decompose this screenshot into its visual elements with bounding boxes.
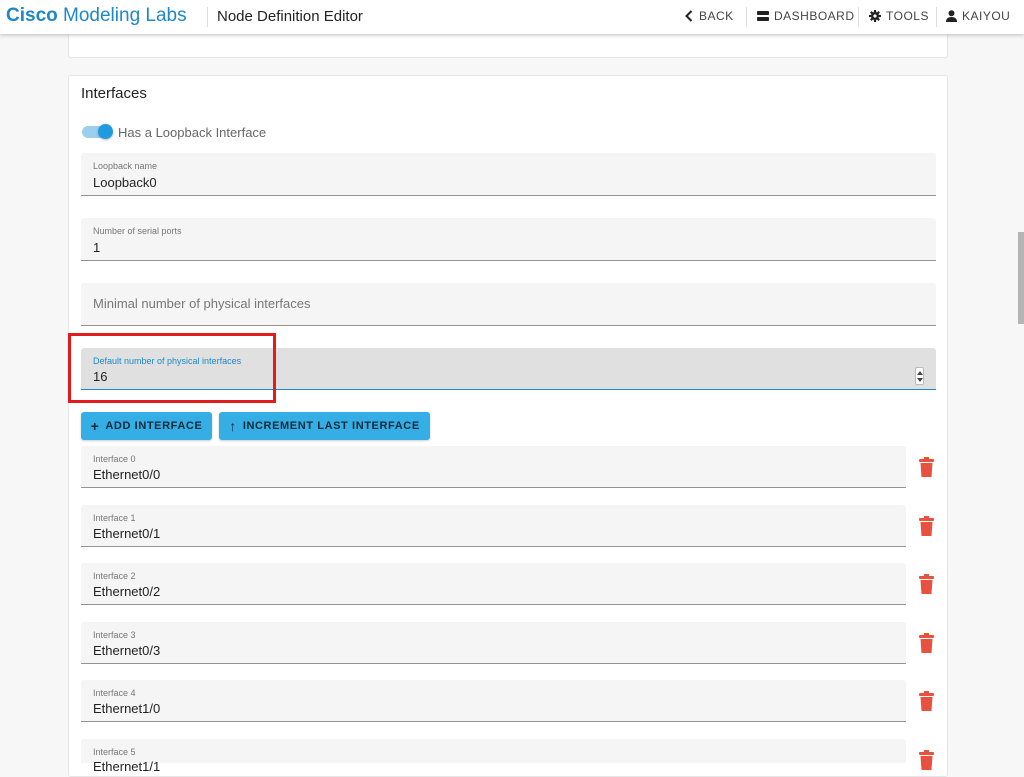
loopback-toggle[interactable]: [82, 124, 113, 139]
interface-field[interactable]: Interface 4 Ethernet1/0: [81, 680, 906, 722]
user-icon: [946, 10, 957, 22]
nav-divider: [858, 7, 859, 27]
field-value: Loopback0: [93, 175, 157, 190]
trash-icon[interactable]: [918, 750, 935, 770]
field-value: 16: [93, 369, 108, 384]
field-label: Default number of physical interfaces: [93, 356, 242, 366]
increment-label: INCREMENT LAST INTERFACE: [242, 420, 420, 432]
title-divider: [207, 7, 208, 27]
add-interface-label: ADD INTERFACE: [105, 420, 203, 432]
increment-last-interface-button[interactable]: ↑ INCREMENT LAST INTERFACE: [219, 412, 430, 440]
tools-button[interactable]: TOOLS: [869, 9, 929, 23]
trash-icon[interactable]: [918, 457, 935, 477]
interface-field[interactable]: Interface 0 Ethernet0/0: [81, 446, 906, 488]
field-label: Loopback name: [93, 161, 158, 171]
toggle-knob: [98, 124, 113, 139]
interface-field[interactable]: Interface 2 Ethernet0/2: [81, 563, 906, 605]
field-label: Interface 5: [93, 747, 136, 757]
interface-field[interactable]: Interface 1 Ethernet0/1: [81, 505, 906, 547]
serial-ports-field[interactable]: Number of serial ports 1: [81, 218, 936, 261]
number-stepper[interactable]: [915, 367, 924, 385]
field-label: Interface 2: [93, 571, 136, 581]
trash-icon[interactable]: [918, 633, 935, 653]
section-title: Interfaces: [81, 85, 147, 102]
user-menu-button[interactable]: KAIYOU: [946, 9, 1010, 23]
chevron-left-icon: [685, 10, 693, 22]
field-label: Interface 4: [93, 688, 136, 698]
field-value: 1: [93, 240, 101, 255]
field-value: Ethernet0/2: [93, 584, 161, 599]
field-placeholder: Minimal number of physical interfaces: [93, 296, 311, 311]
nav-divider: [746, 7, 747, 27]
field-value: Ethernet0/1: [93, 526, 161, 541]
field-value: Ethernet1/1: [93, 759, 161, 774]
field-label: Interface 3: [93, 630, 136, 640]
arrow-up-icon: ↑: [229, 418, 237, 434]
field-label: Interface 1: [93, 513, 136, 523]
dashboard-button[interactable]: DASHBOARD: [757, 9, 855, 23]
field-value: Ethernet0/0: [93, 467, 161, 482]
tools-label: TOOLS: [886, 9, 929, 23]
gear-icon: [869, 10, 881, 22]
brand-logo[interactable]: Cisco Modeling Labs: [6, 5, 187, 27]
field-value: Ethernet0/3: [93, 643, 161, 658]
field-label: Interface 0: [93, 454, 136, 464]
default-physical-interfaces-field[interactable]: Default number of physical interfaces 16: [81, 348, 936, 390]
stepper-down-icon[interactable]: [917, 378, 923, 382]
previous-section-card: [68, 30, 948, 58]
add-interface-button[interactable]: + ADD INTERFACE: [81, 412, 212, 440]
dashboard-icon: [757, 11, 769, 21]
plus-icon: +: [90, 418, 100, 434]
user-label: KAIYOU: [962, 9, 1011, 23]
field-label: Number of serial ports: [93, 226, 182, 236]
back-button[interactable]: BACK: [684, 9, 734, 23]
back-label: BACK: [699, 9, 734, 23]
brand-name: Cisco: [6, 5, 58, 26]
brand-product: Modeling Labs: [63, 5, 187, 26]
min-physical-interfaces-field[interactable]: Minimal number of physical interfaces: [81, 283, 936, 326]
loopback-name-field[interactable]: Loopback name Loopback0: [81, 153, 936, 196]
stepper-up-icon[interactable]: [917, 371, 923, 375]
field-value: Ethernet1/0: [93, 701, 161, 716]
interface-field[interactable]: Interface 3 Ethernet0/3: [81, 622, 906, 664]
loopback-toggle-label: Has a Loopback Interface: [118, 125, 267, 140]
dashboard-label: DASHBOARD: [774, 9, 855, 23]
scrollbar[interactable]: [1018, 232, 1024, 324]
top-bar: Cisco Modeling Labs Node Definition Edit…: [0, 0, 1024, 34]
trash-icon[interactable]: [918, 516, 935, 536]
page-title: Node Definition Editor: [217, 8, 363, 25]
nav-divider: [936, 7, 937, 27]
trash-icon[interactable]: [918, 691, 935, 711]
trash-icon[interactable]: [918, 574, 935, 594]
interface-field[interactable]: Interface 5 Ethernet1/1: [81, 739, 906, 774]
